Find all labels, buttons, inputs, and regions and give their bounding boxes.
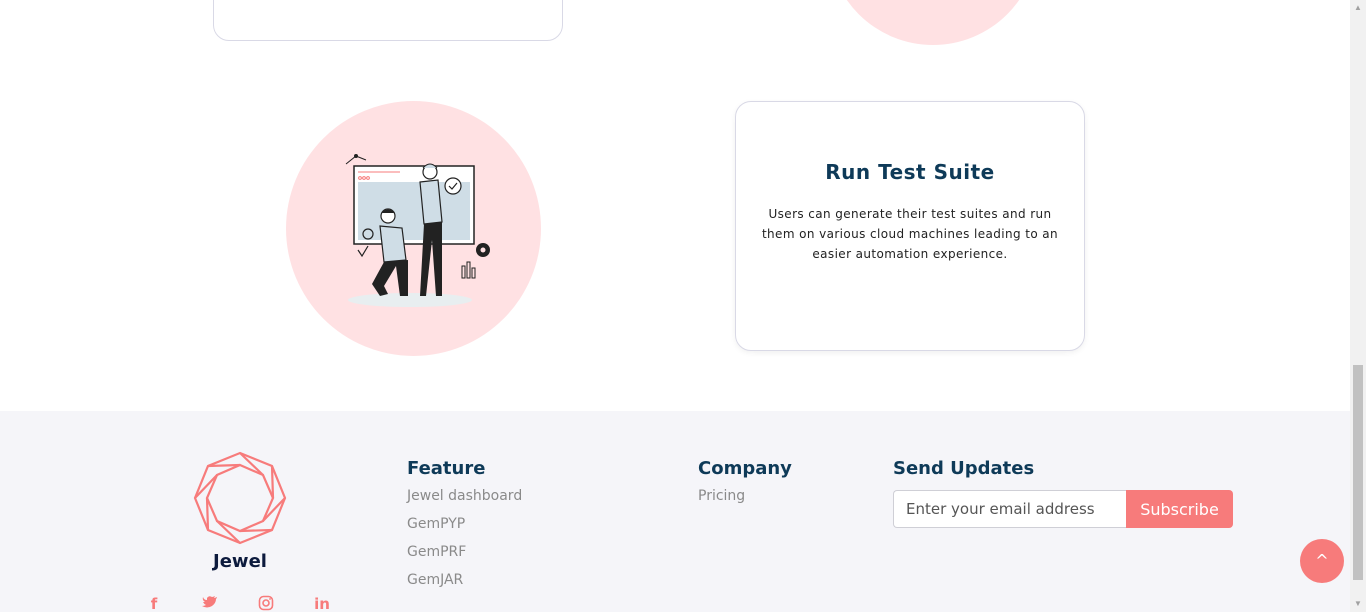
footer-link-gemjar[interactable]: GemJAR — [407, 572, 463, 588]
brand-name: Jewel — [213, 551, 267, 572]
footer-link-pricing[interactable]: Pricing — [698, 488, 745, 504]
feature-description: Users can generate their test suites and… — [761, 207, 1059, 261]
feature-heading: Feature — [407, 458, 486, 479]
scrollbar-thumb[interactable] — [1353, 365, 1363, 580]
footer-link-gempyp[interactable]: GemPYP — [407, 516, 465, 532]
twitter-icon[interactable] — [200, 595, 220, 612]
testing-illustration — [345, 154, 490, 307]
feature-card-previous — [213, 0, 563, 41]
footer: Jewel f in Feature Jewel dashboard GemPY… — [0, 411, 1350, 612]
feature-card-run-test-suite: Run Test Suite Users can generate their … — [735, 101, 1085, 351]
footer-link-jewel-dashboard[interactable]: Jewel dashboard — [407, 488, 522, 504]
scroll-down-arrow-icon[interactable]: ▼ — [1350, 596, 1366, 612]
linkedin-icon[interactable]: in — [312, 595, 332, 612]
scroll-to-top-button[interactable]: ^ — [1300, 539, 1344, 583]
instagram-icon[interactable] — [256, 595, 276, 612]
email-input[interactable] — [893, 490, 1127, 528]
footer-link-gemprf[interactable]: GemPRF — [407, 544, 466, 560]
scroll-up-arrow-icon[interactable]: ▲ — [1350, 0, 1366, 16]
subscribe-button[interactable]: Subscribe — [1126, 490, 1233, 528]
page-content: Run Test Suite Users can generate their … — [0, 0, 1350, 612]
scrollbar[interactable]: ▲ ▼ — [1350, 0, 1366, 612]
facebook-icon[interactable]: f — [144, 595, 164, 612]
illustration-circle-previous — [828, 0, 1038, 45]
company-heading: Company — [698, 458, 792, 479]
send-updates-heading: Send Updates — [893, 458, 1035, 479]
jewel-logo-icon — [193, 451, 287, 545]
feature-title: Run Test Suite — [825, 160, 995, 184]
